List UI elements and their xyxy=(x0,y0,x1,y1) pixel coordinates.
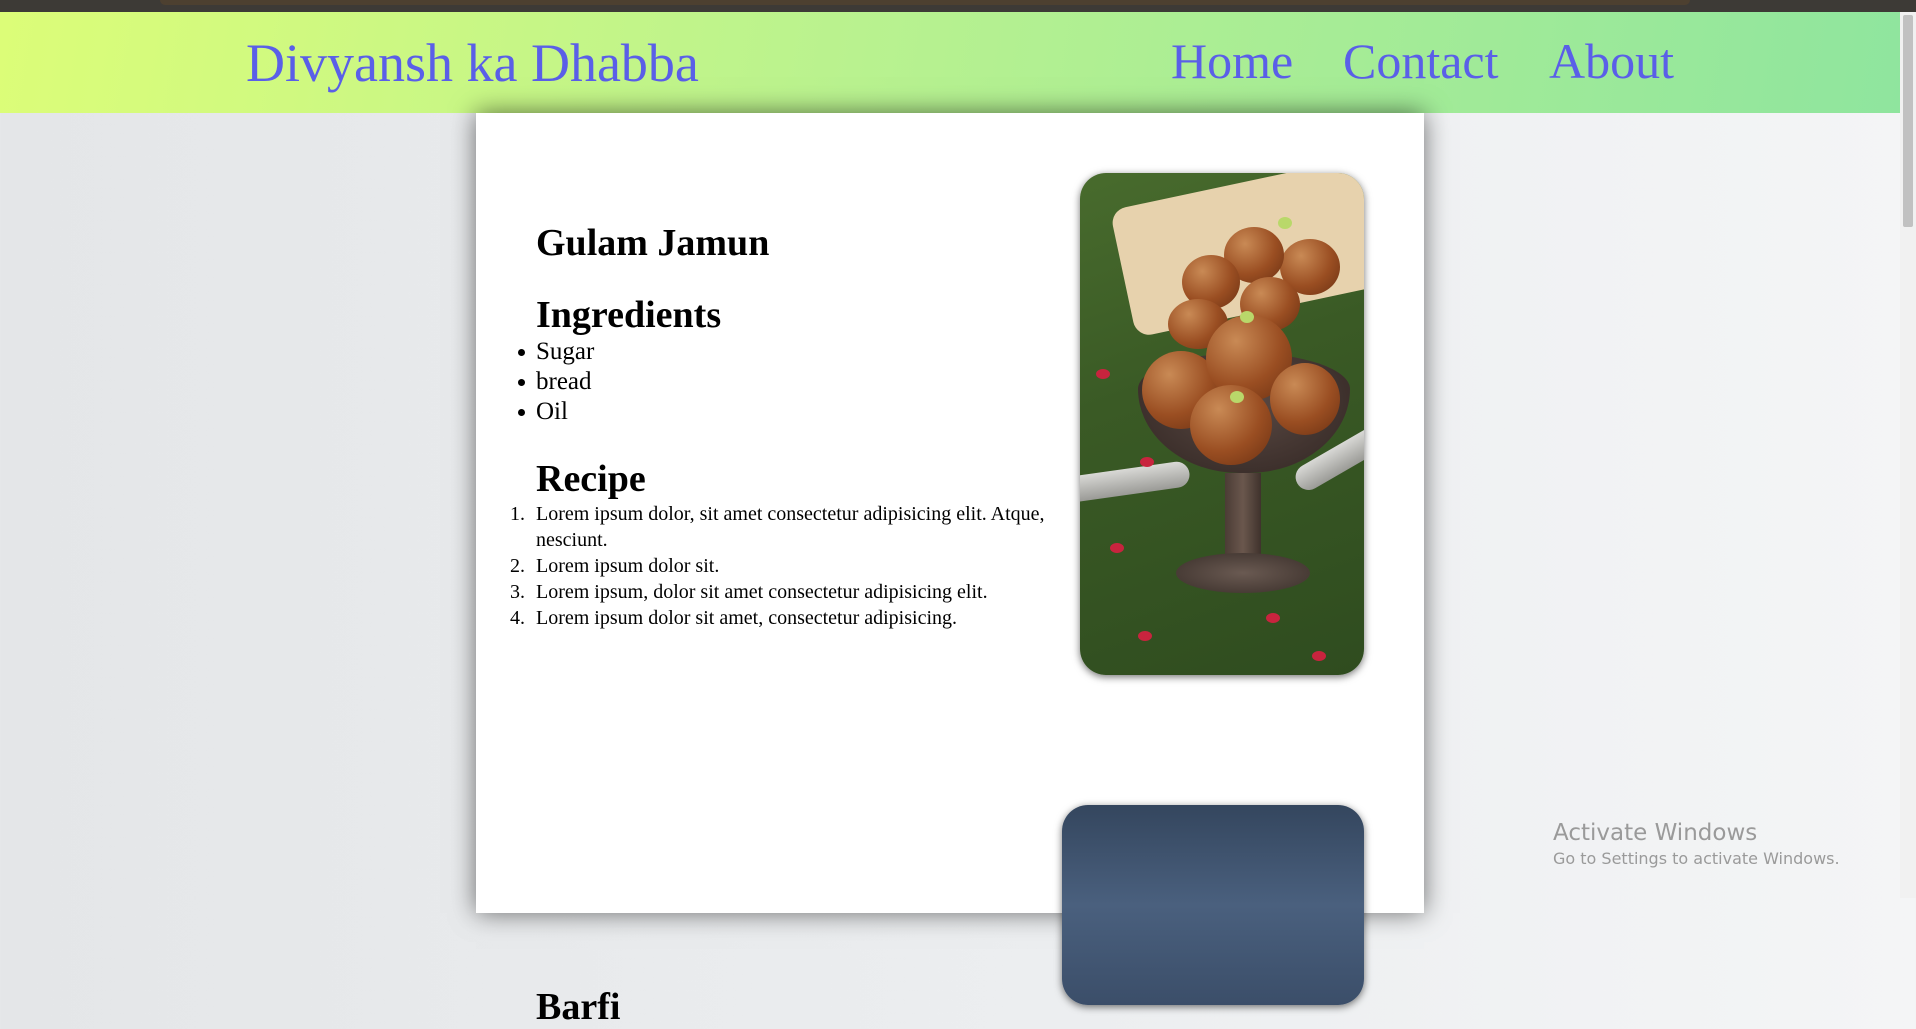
barfi-photo xyxy=(1062,805,1364,1005)
watermark-line2: Go to Settings to activate Windows. xyxy=(1553,849,1840,868)
ingredient-item: bread xyxy=(518,367,1076,397)
step-number: 2. xyxy=(510,555,525,577)
recipe-step: 4. Lorem ipsum dolor sit amet, consectetu… xyxy=(510,605,1056,631)
vertical-scrollbar[interactable] xyxy=(1900,12,1916,898)
step-text: Lorem ipsum dolor sit. xyxy=(536,555,720,577)
rose-petal xyxy=(1138,631,1152,641)
gulab-jamun-photo xyxy=(1080,173,1364,675)
pistachio-garnish xyxy=(1278,217,1292,229)
rose-petal xyxy=(1140,457,1154,467)
dessert-ball xyxy=(1270,363,1340,435)
ingredients-list: Sugar bread Oil xyxy=(518,337,1076,427)
rose-petal xyxy=(1096,369,1110,379)
step-number: 1. xyxy=(510,503,525,525)
step-number: 3. xyxy=(510,581,525,603)
watermark-line1: Activate Windows xyxy=(1553,820,1758,846)
content-card: Gulam Jamun Ingredients Sugar bread Oil … xyxy=(476,113,1424,1028)
pistachio-garnish xyxy=(1240,311,1254,323)
dish-title: Barfi xyxy=(536,986,621,1028)
rose-petal xyxy=(1110,543,1124,553)
step-text: Lorem ipsum, dolor sit amet consectetur … xyxy=(536,581,988,603)
browser-top-strip-inner xyxy=(160,0,1690,5)
step-text: Lorem ipsum dolor, sit amet consectetur … xyxy=(536,503,1045,551)
pistachio-garnish xyxy=(1230,391,1244,403)
step-text: Lorem ipsum dolor sit amet, consectetur … xyxy=(536,607,958,629)
step-number: 4. xyxy=(510,607,525,629)
ingredient-item: Sugar xyxy=(518,337,1076,367)
recipe-text: Gulam Jamun Ingredients Sugar bread Oil … xyxy=(510,221,1076,631)
ingredient-item: Oil xyxy=(518,397,1076,427)
rose-petal xyxy=(1312,651,1326,661)
bowl-foot xyxy=(1176,553,1310,593)
nav-link-contact[interactable]: Contact xyxy=(1343,32,1499,90)
dish-title: Gulam Jamun xyxy=(536,222,770,264)
windows-activation-watermark: Activate Windows Go to Settings to activ… xyxy=(1553,818,1840,870)
ingredients-heading: Ingredients xyxy=(536,294,722,336)
recipe-step: 2. Lorem ipsum dolor sit. xyxy=(510,553,1056,579)
rose-petal xyxy=(1266,613,1280,623)
recipe-gulam-jamun: Gulam Jamun Ingredients Sugar bread Oil … xyxy=(476,113,1424,713)
brand-link[interactable]: Divyansh ka Dhabba xyxy=(246,32,699,94)
recipe-step: 1. Lorem ipsum dolor, sit amet consectetu… xyxy=(510,501,1056,553)
recipe-text: Barfi xyxy=(536,985,1076,1029)
recipe-steps-list: 1. Lorem ipsum dolor, sit amet consectetu… xyxy=(510,501,1076,631)
browser-top-strip xyxy=(0,0,1916,12)
navbar: Divyansh ka Dhabba Home Contact About xyxy=(0,12,1900,113)
spoon-shape xyxy=(1080,460,1192,504)
recipe-heading: Recipe xyxy=(536,458,646,500)
nav-link-home[interactable]: Home xyxy=(1171,32,1293,90)
nav-link-about[interactable]: About xyxy=(1549,32,1674,90)
scrollbar-thumb[interactable] xyxy=(1903,15,1913,227)
bowl-stem xyxy=(1225,473,1261,563)
recipe-step: 3. Lorem ipsum, dolor sit amet consectetu… xyxy=(510,579,1056,605)
